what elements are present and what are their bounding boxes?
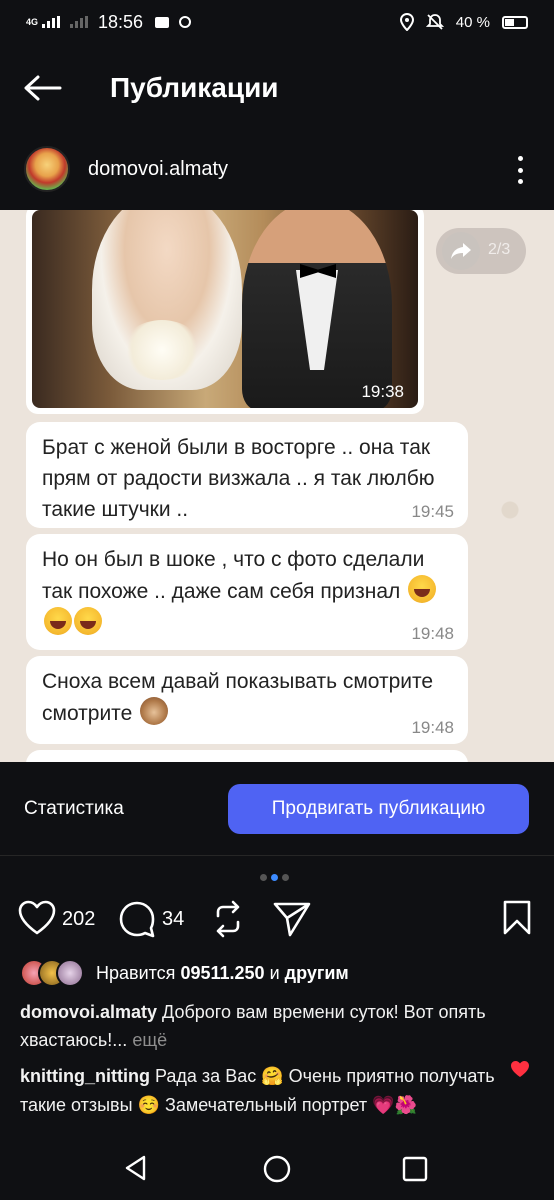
carousel-dot [260, 874, 267, 881]
post-username[interactable]: domovoi.almaty [88, 158, 228, 181]
liker-username[interactable]: 09511.250 [180, 963, 264, 983]
system-navigation-bar [0, 1136, 554, 1200]
back-arrow-icon[interactable] [22, 74, 62, 102]
promote-button[interactable]: Продвигать публикацию [228, 784, 529, 834]
chat-message: Но он был в шоке , что с фото сделали та… [26, 534, 468, 650]
location-icon [399, 13, 414, 31]
carousel-dot [282, 874, 289, 881]
nav-back-icon[interactable] [122, 1154, 150, 1182]
message-time: 19:45 [411, 502, 454, 521]
message-text: Сноха всем давай показывать смотрите смо… [42, 670, 434, 725]
media-counter: 2/3 [488, 241, 511, 258]
bookmark-icon[interactable] [502, 900, 532, 936]
clock: 18:56 [98, 11, 144, 32]
likes-and: и [269, 962, 280, 983]
post-header: domovoi.almaty [0, 140, 554, 200]
signal-2-icon [70, 16, 89, 28]
signal-icon [42, 16, 61, 28]
see-no-evil-monkey-emoji-icon [140, 697, 169, 725]
youtube-notification-icon [155, 16, 170, 28]
message-time: 19:48 [411, 624, 454, 643]
photo-timestamp: 19:38 [361, 382, 404, 401]
statistics-link[interactable]: Статистика [24, 798, 124, 820]
like-heart-icon[interactable] [18, 900, 56, 936]
chat-message: Сноха всем давай показывать смотрите смо… [26, 656, 468, 744]
message-time: 19:48 [411, 718, 454, 737]
likes-text: Нравится 09511.250 и другим [96, 963, 349, 984]
comment-icon[interactable] [118, 900, 156, 938]
like-count[interactable]: 202 [62, 908, 95, 931]
caption-username[interactable]: domovoi.almaty [20, 1002, 157, 1022]
battery-icon [502, 15, 528, 29]
chat-message-partial [26, 750, 468, 762]
likes-prefix: Нравится [96, 962, 176, 983]
chat-message: Брат с женой были в восторге .. она так … [26, 422, 468, 528]
comment-username[interactable]: knitting_nitting [20, 1066, 150, 1086]
carousel-indicator [260, 874, 289, 881]
likes-summary[interactable]: Нравится 09511.250 и другим [20, 958, 349, 988]
forward-icon [442, 232, 480, 270]
mute-icon [425, 14, 444, 30]
send-icon[interactable] [272, 900, 312, 938]
network-type: 4G [26, 16, 39, 27]
liker-avatar [56, 959, 84, 987]
battery-percent: 40 % [455, 13, 490, 31]
rolling-laughing-emoji-icon [44, 607, 72, 635]
rolling-laughing-emoji-icon [408, 575, 437, 603]
repost-icon[interactable] [212, 900, 244, 938]
top-app-bar: Публикации [0, 56, 554, 120]
caption-more-link[interactable]: ещё [132, 1030, 167, 1050]
nav-recents-icon[interactable] [402, 1156, 428, 1182]
page-title: Публикации [110, 72, 279, 103]
insights-bar: Статистика Продвигать публикацию [0, 762, 554, 856]
browser-notification-icon [179, 16, 192, 28]
forward-button[interactable] [436, 228, 526, 274]
likes-others[interactable]: другим [285, 963, 349, 983]
comment-liked-heart-icon[interactable] [510, 1060, 530, 1078]
post-actions: 202 34 [0, 900, 554, 940]
flower-bouquet [122, 320, 202, 380]
post-media[interactable]: 19:38 2/3 Брат с женой были в восторге .… [0, 210, 554, 762]
comment-count[interactable]: 34 [162, 908, 184, 931]
status-bar: 4G 18:56 40 % [0, 0, 554, 44]
message-text: Но он был в шоке , что с фото сделали та… [42, 548, 425, 603]
message-text: Брат с женой были в восторге .. она так … [42, 436, 435, 521]
nav-home-icon[interactable] [262, 1154, 292, 1184]
comment-preview: knitting_nitting Рада за Вас 🤗 Очень при… [20, 1062, 510, 1136]
more-options-icon[interactable] [510, 156, 530, 184]
dolls-photo: 19:38 [32, 210, 418, 408]
chat-photo-bubble: 19:38 [26, 210, 424, 414]
avatar[interactable] [24, 146, 70, 192]
post-caption: domovoi.almaty Доброго вам времени суток… [20, 998, 540, 1054]
rolling-laughing-emoji-icon [74, 607, 102, 635]
carousel-dot-active [271, 874, 278, 881]
